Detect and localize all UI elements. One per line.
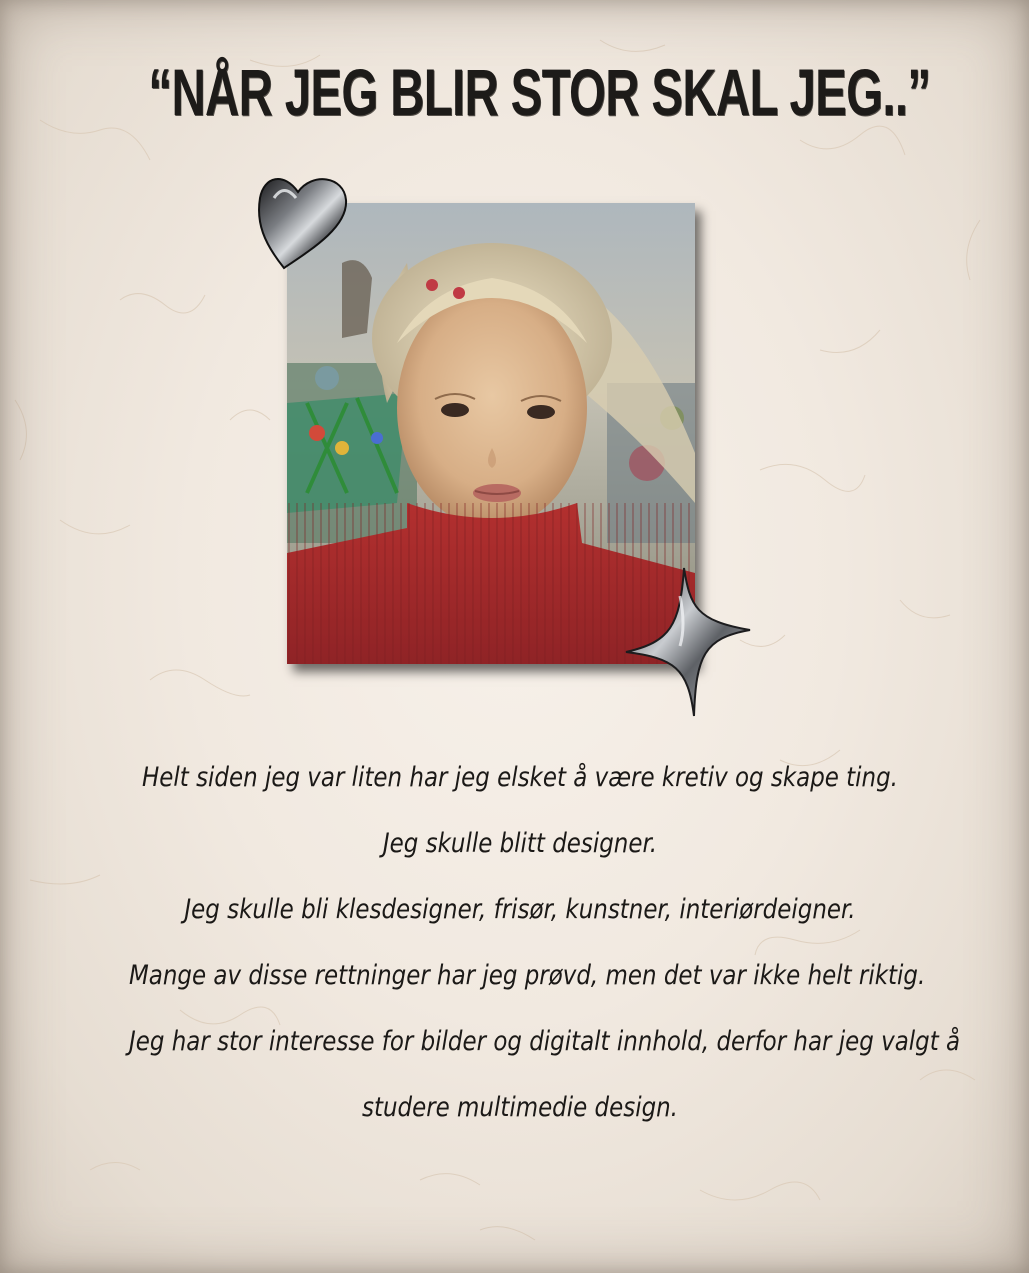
paper-page: “NÅR JEG BLIR STOR SKAL JEG..” Helt side…: [0, 0, 1029, 1273]
paragraph-line: Jeg skulle bli klesdesigner, frisør, kun…: [184, 894, 856, 925]
paragraph-line: Helt siden jeg var liten har jeg elsket …: [142, 762, 898, 793]
star-icon: [625, 567, 751, 717]
paragraph-line: Mange av disse rettninger har jeg prøvd,…: [129, 960, 926, 991]
heart-icon: [258, 178, 348, 270]
page-title: “NÅR JEG BLIR STOR SKAL JEG..”: [148, 55, 931, 129]
paragraph-line: Jeg har stor interesse for bilder og dig…: [129, 1026, 961, 1057]
paragraph-line: studere multimedie design.: [362, 1092, 678, 1123]
intro-text: Helt siden jeg var liten har jeg elsket …: [60, 745, 980, 1141]
paragraph-line: Jeg skulle blitt designer.: [382, 828, 658, 859]
